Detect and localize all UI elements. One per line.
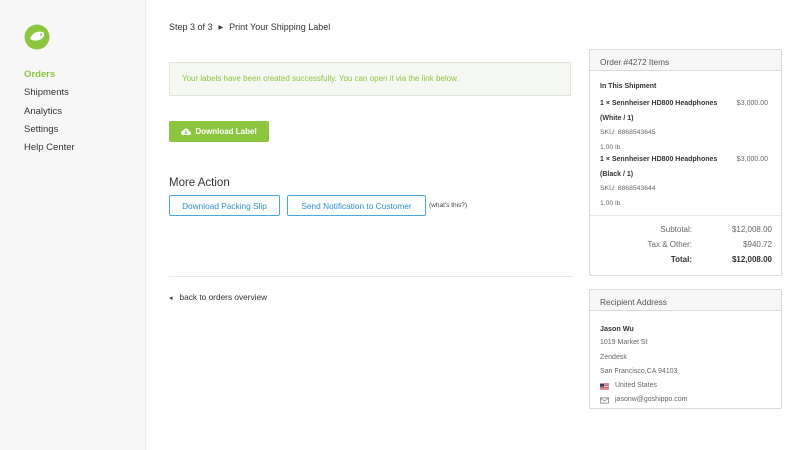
recipient-address-panel: Recipient Address Jason Wu 1019 Market S… (589, 289, 782, 409)
recipient-name: Jason Wu (600, 324, 634, 333)
sidebar: Orders Shipments Analytics Settings Help… (0, 0, 146, 450)
sidebar-nav: Orders Shipments Analytics Settings Help… (24, 68, 75, 159)
item-price: $3,000.00 (736, 156, 768, 163)
sidebar-item-analytics[interactable]: Analytics (24, 105, 75, 123)
total-value: $12,008.00 (731, 255, 772, 264)
envelope-icon (600, 397, 609, 404)
tax-value: $940.72 (743, 240, 772, 249)
send-notification-button[interactable]: Send Notification to Customer (287, 195, 426, 216)
total-label: Total: (670, 255, 692, 264)
us-flag-icon (600, 383, 609, 390)
item-name: 1 × Sennheiser HD800 Headphones (White /… (600, 100, 718, 122)
subtotal-value: $12,008.00 (731, 225, 772, 234)
totals-divider (590, 215, 781, 216)
recipient-city: San Francisco,CA 94103 (600, 367, 678, 375)
sidebar-item-orders[interactable]: Orders (24, 68, 75, 86)
recipient-email-row: jasonw@goshippo.com (600, 393, 687, 407)
cloud-download-icon (181, 128, 192, 135)
order-item: 1 × Sennheiser HD800 Headphones (Black /… (600, 153, 770, 211)
recipient-header: Recipient Address (590, 290, 781, 311)
total-row: Total: $12,008.00 (600, 255, 772, 267)
breadcrumb: Step 3 of 3 ▶ Print Your Shipping Label (169, 22, 330, 32)
item-sku: SKU: 8868543645 (600, 129, 656, 136)
recipient-company: Zendesk (600, 353, 627, 361)
recipient-email: jasonw@goshippo.com (615, 396, 688, 404)
download-label-button[interactable]: Download Label (169, 121, 269, 142)
download-label-text: Download Label (195, 127, 257, 136)
subtotal-row: Subtotal: $12,008.00 (600, 225, 772, 237)
item-price: $3,000.00 (736, 100, 768, 107)
sidebar-item-help-center[interactable]: Help Center (24, 141, 75, 159)
sidebar-item-shipments[interactable]: Shipments (24, 86, 75, 104)
breadcrumb-step: Step 3 of 3 (169, 22, 213, 32)
main-content: Step 3 of 3 ▶ Print Your Shipping Label Yo… (169, 0, 573, 450)
recipient-details: Jason Wu 1019 Market St Zendesk San Fran… (600, 322, 687, 408)
success-alert: Your labels have been created successful… (169, 62, 571, 96)
subtotal-label: Subtotal: (660, 225, 692, 234)
tax-label: Tax & Other: (647, 240, 692, 249)
tax-row: Tax & Other: $940.72 (600, 240, 772, 252)
back-to-orders-link[interactable]: ◂ back to orders overview (169, 292, 267, 302)
back-link-label: back to orders overview (179, 292, 268, 302)
chevron-left-icon: ◂ (169, 295, 173, 302)
recipient-street: 1019 Market St (600, 339, 648, 347)
item-sku: SKU: 8868543644 (600, 185, 656, 192)
leaf-logo-icon[interactable] (24, 24, 50, 50)
item-weight: 1.00 lb (600, 199, 621, 207)
download-packing-slip-button[interactable]: Download Packing Slip (169, 195, 280, 216)
order-items-panel: Order #4272 Items In This Shipment 1 × S… (589, 49, 782, 276)
order-items-header: Order #4272 Items (590, 50, 781, 71)
order-item: 1 × Sennheiser HD800 Headphones (White /… (600, 97, 770, 155)
page-title: Print Your Shipping Label (229, 22, 331, 32)
more-action-heading: More Action (169, 177, 230, 189)
item-name: 1 × Sennheiser HD800 Headphones (Black /… (600, 156, 718, 178)
caret-right-icon: ▶ (218, 25, 224, 31)
recipient-country-row: United States (600, 379, 687, 393)
whats-this-link[interactable]: (what's this?) (429, 202, 467, 209)
success-message: Your labels have been created successful… (182, 74, 459, 83)
sidebar-item-settings[interactable]: Settings (24, 123, 75, 141)
divider (169, 276, 573, 277)
recipient-country: United States (615, 382, 658, 390)
shipment-title: In This Shipment (600, 83, 657, 90)
